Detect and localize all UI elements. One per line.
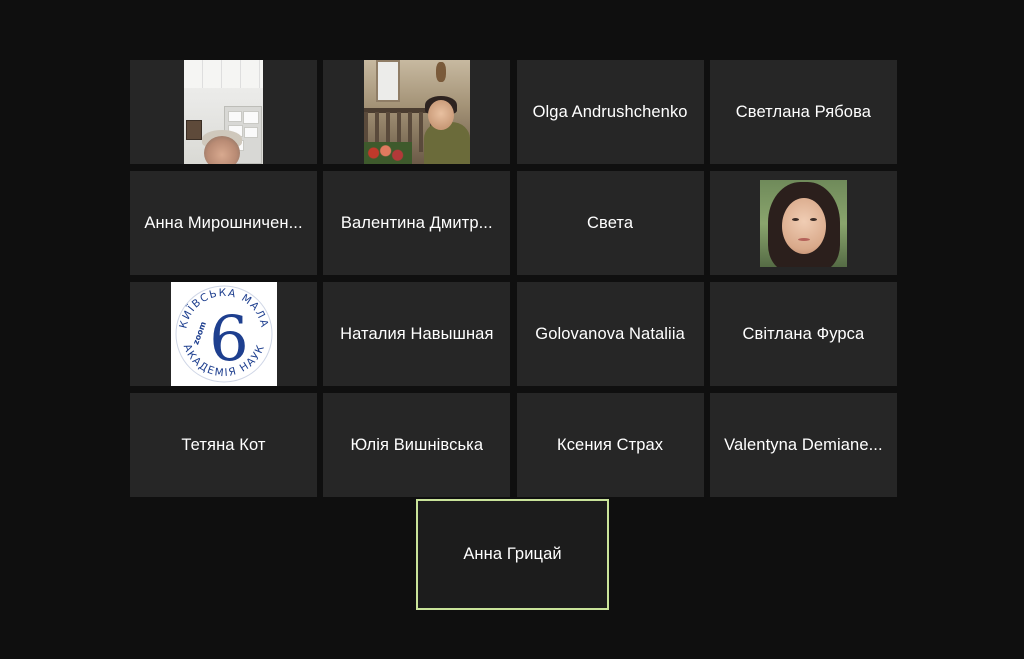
participant-tile-2[interactable] [323, 60, 511, 164]
participant-tile-16[interactable]: Valentyna Demiane... [709, 393, 897, 497]
participant-tile-13[interactable]: Тетяна Кот [130, 393, 317, 497]
participant-name: Olga Andrushchenko [532, 102, 688, 121]
participant-tile-3[interactable]: Olga Andrushchenko [516, 60, 704, 164]
participant-tile-6[interactable]: Валентина Дмитр... [323, 171, 511, 275]
participant-video-balcony [363, 60, 470, 164]
participant-name: Світлана Фурса [742, 324, 865, 343]
participant-tile-14[interactable]: Юлія Вишнівська [323, 393, 511, 497]
participant-name: Анна Мирошничен... [144, 213, 303, 232]
participant-name: Valentyna Demiane... [724, 435, 883, 454]
participant-name: Валентина Дмитр... [340, 213, 493, 232]
participant-grid: Olga Andrushchenko Светлана Рябова Анна … [130, 60, 897, 497]
participant-tile-10[interactable]: Наталия Навышная [323, 282, 511, 386]
active-speaker-tile[interactable]: Анна Грицай [416, 499, 609, 610]
participant-tile-4[interactable]: Светлана Рябова [709, 60, 897, 164]
participant-name: Наталия Навышная [340, 324, 494, 343]
participant-name: Ксения Страх [557, 435, 664, 454]
participant-tile-5[interactable]: Анна Мирошничен... [130, 171, 317, 275]
logo-digit: 6 [209, 302, 248, 375]
participant-video-office [184, 60, 263, 164]
participant-tile-11[interactable]: Golovanova Nataliia [516, 282, 704, 386]
active-speaker-name: Анна Грицай [463, 545, 562, 563]
participant-tile-7[interactable]: Света [516, 171, 704, 275]
participant-name: Светлана Рябова [735, 102, 872, 121]
participant-name: Golovanova Nataliia [535, 324, 685, 343]
participant-name: Света [587, 213, 634, 232]
participant-name: Юлія Вишнівська [350, 435, 484, 454]
participant-name: Тетяна Кот [181, 435, 266, 454]
academy-logo: КИЇВСЬКА МАЛА АКАДЕМІЯ НАУК 6 zoom [170, 282, 277, 386]
participant-video-portrait [759, 179, 847, 267]
participant-tile-8[interactable] [709, 171, 897, 275]
zoom-gallery-view: Olga Andrushchenko Светлана Рябова Анна … [0, 0, 1024, 659]
participant-tile-12[interactable]: Світлана Фурса [709, 282, 897, 386]
academy-logo-icon: КИЇВСЬКА МАЛА АКАДЕМІЯ НАУК 6 zoom [175, 285, 272, 383]
participant-tile-1[interactable] [130, 60, 317, 164]
participant-tile-9[interactable]: КИЇВСЬКА МАЛА АКАДЕМІЯ НАУК 6 zoom [130, 282, 317, 386]
participant-tile-15[interactable]: Ксения Страх [516, 393, 704, 497]
